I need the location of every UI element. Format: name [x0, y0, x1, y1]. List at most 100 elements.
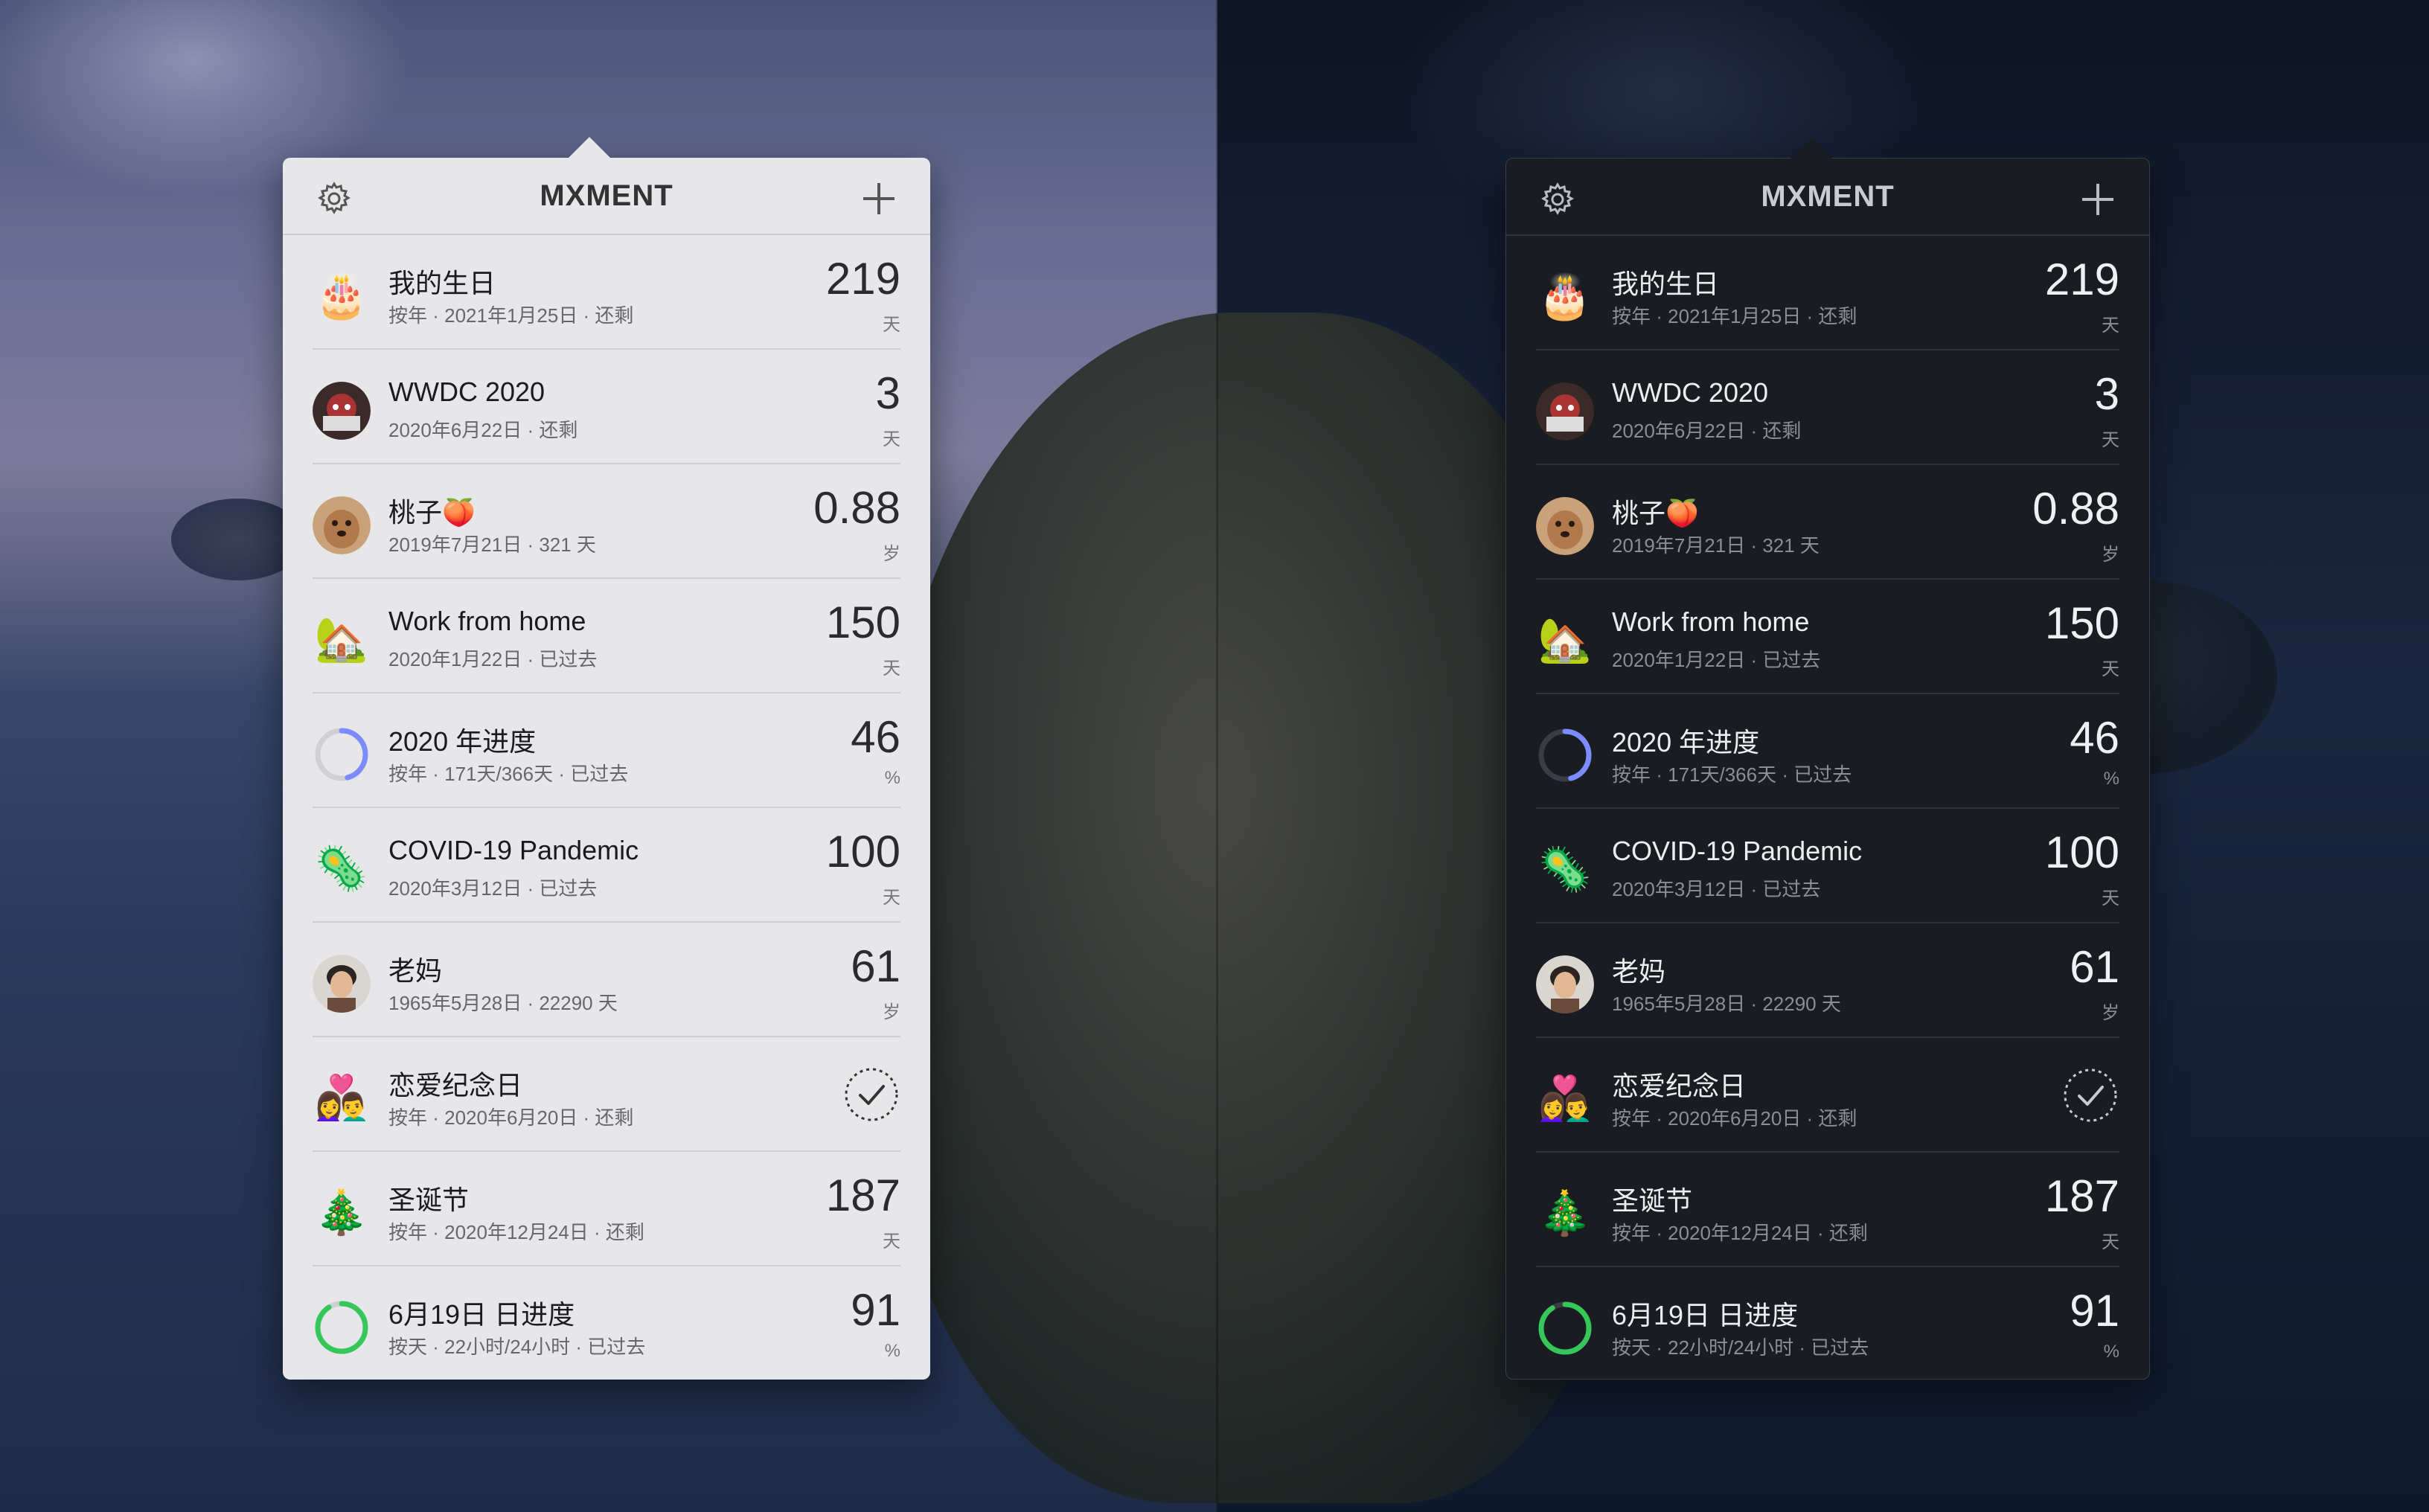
emoji-icon: 🎂 [314, 272, 369, 320]
list-item[interactable]: 🦠 COVID-19 Pandemic 2020年3月12日 · 已过去 100 天 [283, 808, 930, 923]
item-title: 恋爱纪念日 [388, 1070, 523, 1101]
item-subtitle: 按天 · 22小时/24小时 · 已过去 [388, 1336, 646, 1358]
item-unit: 岁 [883, 1002, 900, 1022]
gear-icon[interactable] [1539, 181, 1576, 218]
item-title: WWDC 2020 [1612, 377, 1769, 408]
moment-list: 🎂 我的生日 按年 · 2021年1月25日 · 还剩 219 天 WWDC 2020 20… [283, 235, 930, 1381]
list-item[interactable]: 桃子🍑 2019年7月21日 · 321 天 0.88 岁 [1506, 465, 2149, 580]
wwdc-avatar [1536, 382, 1594, 441]
list-item[interactable]: 👩‍❤️‍👨 恋爱纪念日 按年 · 2020年6月20日 · 还剩 [1506, 1038, 2149, 1153]
item-title: Work from home [388, 606, 586, 636]
list-item[interactable]: 🎄 圣诞节 按年 · 2020年12月24日 · 还剩 187 天 [283, 1152, 930, 1266]
list-item[interactable]: 🎂 我的生日 按年 · 2021年1月25日 · 还剩 219 天 [283, 235, 930, 350]
item-unit: % [884, 1341, 900, 1361]
item-title: 2020 年进度 [388, 726, 537, 757]
item-title: 桃子🍑 [1612, 498, 1699, 528]
list-item[interactable]: 🏡 Work from home 2020年1月22日 · 已过去 150 天 [283, 579, 930, 693]
item-title: 2020 年进度 [1612, 727, 1760, 757]
item-value: 61 [2070, 942, 2119, 992]
item-value: 100 [825, 827, 900, 877]
item-subtitle: 2020年1月22日 · 已过去 [1612, 649, 1821, 671]
popover-caret [1790, 138, 1832, 158]
item-unit: 天 [2102, 1232, 2119, 1252]
item-unit: 天 [883, 315, 900, 335]
list-item[interactable]: 6月19日 日进度 按天 · 22小时/24小时 · 已过去 91% [1506, 1267, 2149, 1382]
item-title: 6月19日 日进度 [1612, 1300, 1799, 1330]
progress-ring-icon [313, 1298, 371, 1356]
item-value: 0.88 [2032, 484, 2119, 534]
item-unit: 天 [2102, 315, 2119, 336]
list-item[interactable]: 🎄 圣诞节 按年 · 2020年12月24日 · 还剩 187 天 [1506, 1153, 2149, 1267]
item-subtitle: 按年 · 2020年6月20日 · 还剩 [388, 1106, 634, 1129]
dog-avatar [313, 496, 371, 554]
item-title: 圣诞节 [388, 1185, 470, 1215]
item-subtitle: 1965年5月28日 · 22290 天 [388, 992, 618, 1014]
item-title: 恋爱纪念日 [1612, 1071, 1747, 1101]
item-title: 老妈 [1612, 956, 1666, 987]
dog-avatar [1536, 497, 1594, 555]
item-subtitle: 2020年6月22日 · 还剩 [388, 419, 578, 441]
item-value: 3 [2094, 369, 2119, 419]
list-item[interactable]: WWDC 2020 2020年6月22日 · 还剩 3 天 [283, 350, 930, 464]
item-unit: 天 [883, 429, 900, 449]
item-title: WWDC 2020 [388, 377, 545, 407]
emoji-icon: 🎄 [1537, 1189, 1593, 1237]
item-subtitle: 按年 · 2021年1月25日 · 还剩 [1612, 305, 1857, 327]
item-subtitle: 2020年1月22日 · 已过去 [388, 648, 598, 670]
item-subtitle: 按天 · 22小时/24小时 · 已过去 [1612, 1336, 1869, 1359]
emoji-icon: 🎂 [1537, 272, 1593, 321]
popover-dark: MXMENT 🎂 我的生日 按年 · 2021年1月25日 · 还剩 219 天 WWDC… [1505, 138, 2150, 1382]
list-item[interactable]: 2020 年进度 按年 · 171天/366天 · 已过去 46% [283, 693, 930, 808]
item-unit: 天 [883, 888, 900, 908]
list-item[interactable]: 6月19日 日进度 按天 · 22小时/24小时 · 已过去 91% [283, 1266, 930, 1381]
item-unit: % [2103, 1342, 2119, 1362]
plus-icon[interactable] [2079, 181, 2116, 218]
list-item[interactable]: WWDC 2020 2020年6月22日 · 还剩 3 天 [1506, 350, 2149, 465]
emoji-icon: 🎄 [314, 1188, 369, 1237]
item-subtitle: 按年 · 2020年12月24日 · 还剩 [388, 1221, 644, 1243]
mode-divider [1216, 0, 1218, 1512]
emoji-icon: 🏡 [314, 615, 369, 664]
item-value: 219 [2044, 254, 2119, 304]
item-unit: 天 [2102, 659, 2119, 679]
item-unit: 天 [2102, 888, 2119, 909]
list-item[interactable]: 老妈 1965年5月28日 · 22290 天 61 岁 [283, 923, 930, 1037]
item-subtitle: 按年 · 2021年1月25日 · 还剩 [388, 304, 634, 327]
item-unit: 天 [883, 1231, 900, 1252]
popover-caret [569, 137, 610, 158]
item-value: 46 [2070, 713, 2119, 763]
gear-icon[interactable] [316, 180, 353, 217]
mom-avatar [313, 955, 371, 1013]
item-value: 0.88 [813, 483, 900, 533]
item-unit: % [2103, 769, 2119, 789]
list-item[interactable]: 🏡 Work from home 2020年1月22日 · 已过去 150 天 [1506, 580, 2149, 694]
progress-ring-icon [313, 725, 371, 784]
item-title: 我的生日 [388, 268, 496, 298]
item-title: 6月19日 日进度 [388, 1299, 575, 1330]
emoji-icon: 👩‍❤️‍👨 [314, 1074, 369, 1122]
item-unit: 天 [2102, 430, 2119, 450]
item-unit: 岁 [2102, 1003, 2119, 1023]
item-subtitle: 2019年7月21日 · 321 天 [1612, 534, 1820, 557]
list-item[interactable]: 🎂 我的生日 按年 · 2021年1月25日 · 还剩 219 天 [1506, 236, 2149, 350]
item-value: 150 [825, 598, 900, 647]
list-item[interactable]: 👩‍❤️‍👨 恋爱纪念日按年 · 2020年6月20日 · 还剩 [283, 1037, 930, 1152]
item-value: 3 [875, 368, 900, 418]
progress-ring-icon [1536, 726, 1594, 784]
emoji-icon: 🦠 [314, 845, 369, 893]
list-item[interactable]: 🦠 COVID-19 Pandemic 2020年3月12日 · 已过去 100 天 [1506, 809, 2149, 923]
item-subtitle: 按年 · 2020年12月24日 · 还剩 [1612, 1222, 1868, 1244]
item-title: 桃子🍑 [388, 497, 476, 528]
item-subtitle: 按年 · 171天/366天 · 已过去 [388, 763, 629, 785]
item-subtitle: 1965年5月28日 · 22290 天 [1612, 993, 1841, 1015]
check-circle-icon [2064, 1069, 2117, 1122]
list-item[interactable]: 2020 年进度 按年 · 171天/366天 · 已过去 46% [1506, 694, 2149, 809]
list-item[interactable]: 老妈 1965年5月28日 · 22290 天 61 岁 [1506, 923, 2149, 1038]
item-unit: 岁 [883, 544, 900, 564]
plus-icon[interactable] [860, 180, 897, 217]
item-subtitle: 2020年3月12日 · 已过去 [388, 877, 598, 900]
list-item[interactable]: 桃子🍑 2019年7月21日 · 321 天 0.88 岁 [283, 464, 930, 579]
popover-header: MXMENT [283, 158, 930, 235]
item-title: COVID-19 Pandemic [1612, 836, 1863, 866]
app-brand: MXMENT [1761, 179, 1895, 213]
